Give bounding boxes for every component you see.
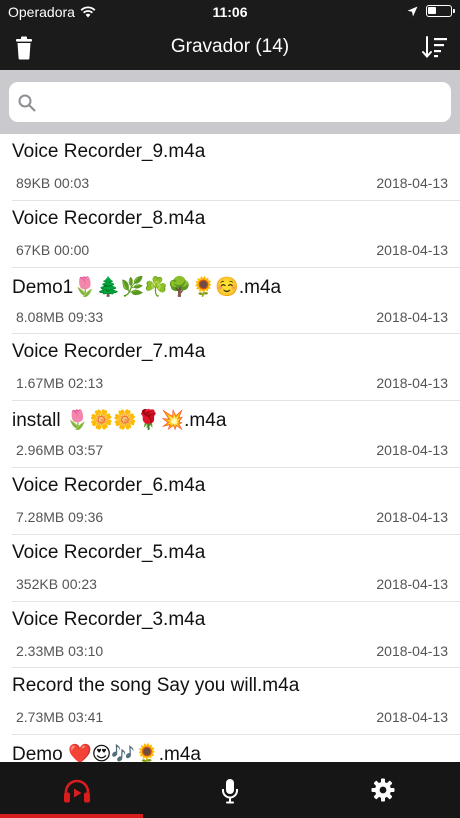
recording-date: 2018-04-13 <box>376 375 448 392</box>
list-item[interactable]: Voice Recorder_3.m4a 2.33MB 03:10 2018-0… <box>0 602 460 669</box>
recording-name: Voice Recorder_9.m4a <box>12 141 206 162</box>
recordings-list: Voice Recorder_9.m4a 89KB 00:03 2018-04-… <box>0 134 460 762</box>
tab-recordings[interactable] <box>0 762 153 818</box>
list-item[interactable]: Record the song Say you will.m4a 2.73MB … <box>0 668 460 736</box>
recording-meta: 89KB 00:03 <box>16 175 90 191</box>
recording-name: Voice Recorder_3.m4a <box>12 608 206 630</box>
list-item[interactable]: Voice Recorder_8.m4a 67KB 00:00 2018-04-… <box>0 201 460 268</box>
recording-date: 2018-04-13 <box>376 508 448 525</box>
recording-meta: 2.73MB 03:41 <box>16 709 104 726</box>
recording-name: Demo ❤️😍🎶🌻.m4a <box>12 744 201 762</box>
page-title: Gravador (14) <box>170 36 290 57</box>
nav-bar: Gravador (14) <box>0 24 460 70</box>
gear-icon <box>371 778 395 802</box>
search-input[interactable] <box>9 82 451 122</box>
recording-name: Voice Recorder_5.m4a <box>12 541 206 563</box>
recording-meta: 67KB 00:00 <box>16 241 90 258</box>
status-time: 11:06 <box>212 4 248 20</box>
list-item[interactable]: Voice Recorder_6.m4a 7.28MB 09:36 2018-0… <box>0 468 460 535</box>
recording-name: install 🌷🌼🌼🌹💥.m4a <box>12 410 227 432</box>
list-item[interactable]: Demo1🌷🌲🌿☘️🌳🌻☺️.m4a 8.08MB 09:33 2018-04-… <box>0 268 460 335</box>
battery-icon <box>426 5 455 17</box>
list-item[interactable]: install 🌷🌼🌼🌹💥.m4a 2.96MB 03:57 2018-04-1… <box>0 401 460 468</box>
recording-date: 2018-04-13 <box>376 642 448 659</box>
tab-settings[interactable] <box>306 762 460 818</box>
sort-icon[interactable] <box>422 36 448 58</box>
list-item[interactable]: Voice Recorder_9.m4a 89KB 00:03 2018-04-… <box>0 134 460 201</box>
active-tab-indicator <box>0 814 143 818</box>
tab-record[interactable] <box>153 762 306 818</box>
list-item[interactable]: Voice Recorder_7.m4a 1.67MB 02:13 2018-0… <box>0 334 460 402</box>
recording-meta: 2.33MB 03:10 <box>16 642 104 659</box>
search-bar <box>0 70 460 134</box>
recording-date: 2018-04-13 <box>376 575 448 592</box>
recording-meta: 2.96MB 03:57 <box>16 442 104 459</box>
location-arrow-icon <box>407 6 418 16</box>
recording-name: Voice Recorder_7.m4a <box>12 341 206 363</box>
recording-meta: 1.67MB 02:13 <box>16 375 104 392</box>
headphones-play-icon <box>63 779 90 803</box>
tab-bar <box>0 762 460 818</box>
status-bar: Operadora 11:06 <box>0 0 460 24</box>
status-right <box>407 5 455 17</box>
search-icon <box>18 94 36 112</box>
recording-name: Voice Recorder_6.m4a <box>12 474 206 496</box>
recording-date: 2018-04-13 <box>376 175 448 191</box>
list-item[interactable]: Voice Recorder_5.m4a 352KB 00:23 2018-04… <box>0 535 460 602</box>
recording-meta: 352KB 00:23 <box>16 575 97 592</box>
recording-date: 2018-04-13 <box>376 442 448 459</box>
recording-date: 2018-04-13 <box>376 308 448 325</box>
recording-name: Record the song Say you will.m4a <box>12 675 300 697</box>
recording-date: 2018-04-13 <box>376 241 448 258</box>
recording-meta: 8.08MB 09:33 <box>16 308 104 325</box>
recording-meta: 7.28MB 09:36 <box>16 508 104 525</box>
list-item[interactable]: Demo ❤️😍🎶🌻.m4a <box>0 735 460 762</box>
app-header: Operadora 11:06 Gravador (14) <box>0 0 460 70</box>
recording-name: Voice Recorder_8.m4a <box>12 207 206 229</box>
microphone-icon <box>221 779 238 804</box>
recording-date: 2018-04-13 <box>376 709 448 726</box>
recording-name: Demo1🌷🌲🌿☘️🌳🌻☺️.m4a <box>12 276 282 298</box>
